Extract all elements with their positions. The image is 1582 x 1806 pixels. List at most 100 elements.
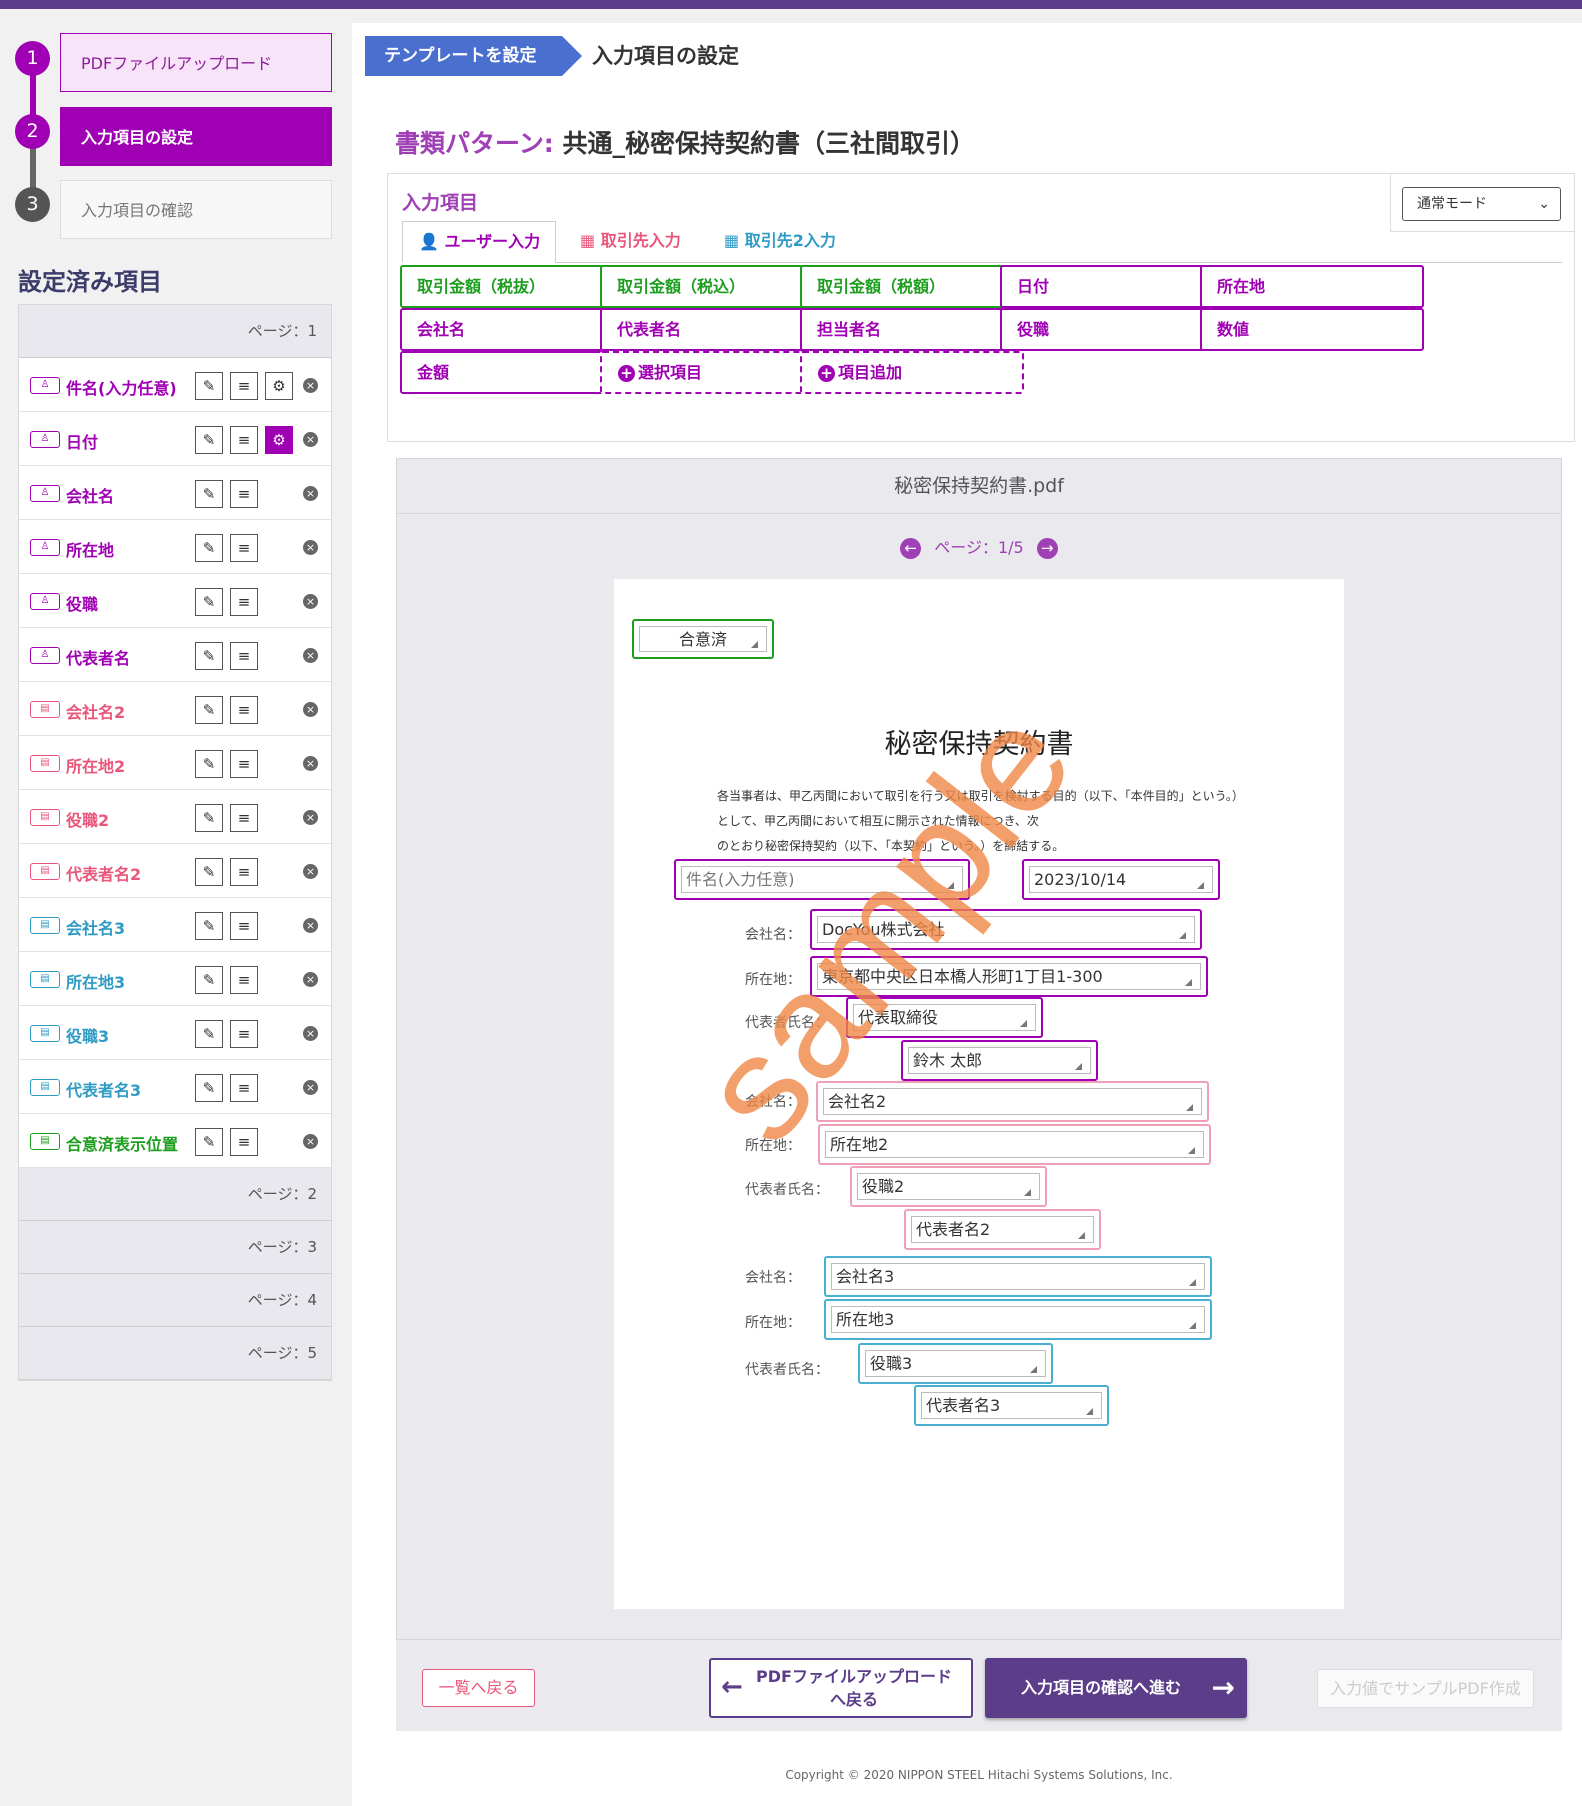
mode-select[interactable]: 通常モード ⌄ — [1402, 187, 1561, 221]
page-header-2[interactable]: ページ：2 — [19, 1168, 331, 1221]
page-header-3[interactable]: ページ：3 — [19, 1221, 331, 1274]
field-type-label: 担当者名 — [817, 320, 882, 339]
breadcrumb-template[interactable]: テンプレートを設定 — [365, 36, 582, 76]
delete-icon[interactable]: × — [303, 432, 318, 447]
delete-icon[interactable]: × — [303, 1080, 318, 1095]
gear-icon[interactable]: ⚙ — [265, 426, 293, 454]
edit-icon[interactable]: ✎ — [195, 750, 223, 778]
tab-user-input-label: ユーザー入力 — [444, 232, 541, 251]
back-to-list-button[interactable]: 一覧へ戻る — [422, 1669, 535, 1707]
delete-icon[interactable]: × — [303, 1134, 318, 1149]
step-number-2: 2 — [15, 114, 50, 149]
configured-item-row: ♙ 会社名 ✎ ≡ × — [19, 466, 331, 520]
edit-icon[interactable]: ✎ — [195, 372, 223, 400]
delete-icon[interactable]: × — [303, 1026, 318, 1041]
add-field-button[interactable]: + 選択項目 — [600, 351, 824, 394]
align-icon[interactable]: ≡ — [230, 534, 258, 562]
delete-icon[interactable]: × — [303, 594, 318, 609]
field-type-button[interactable]: 所在地 — [1200, 265, 1424, 308]
rep-name2-field[interactable]: 代表者名2 — [904, 1209, 1101, 1250]
align-icon[interactable]: ≡ — [230, 1020, 258, 1048]
edit-icon[interactable]: ✎ — [195, 696, 223, 724]
field-type-button[interactable]: 日付 — [1000, 265, 1224, 308]
delete-icon[interactable]: × — [303, 702, 318, 717]
delete-icon[interactable]: × — [303, 972, 318, 987]
align-icon[interactable]: ≡ — [230, 426, 258, 454]
field-type-button[interactable]: 会社名 — [400, 308, 624, 351]
edit-icon[interactable]: ✎ — [195, 1020, 223, 1048]
tab-partner2-input[interactable]: ▦ 取引先2入力 — [708, 221, 852, 263]
tab-user-input[interactable]: 👤 ユーザー入力 — [402, 221, 556, 263]
rep-name3-field[interactable]: 代表者名3 — [914, 1385, 1109, 1426]
tab-partner-input[interactable]: ▦ 取引先入力 — [564, 221, 697, 263]
delete-icon[interactable]: × — [303, 378, 318, 393]
field-type-button[interactable]: 取引金額（税込） — [600, 265, 824, 308]
add-field-button[interactable]: + 項目追加 — [800, 351, 1024, 394]
back-to-pdf-upload-button[interactable]: ← PDFファイルアップロード へ戻る — [709, 1658, 973, 1718]
align-icon[interactable]: ≡ — [230, 912, 258, 940]
align-icon[interactable]: ≡ — [230, 858, 258, 886]
rep-name-field[interactable]: 鈴木 太郎 — [901, 1040, 1098, 1081]
agreed-field[interactable]: 合意済 — [632, 619, 774, 659]
date-field[interactable]: 2023/10/14 — [1022, 859, 1220, 900]
edit-icon[interactable]: ✎ — [195, 480, 223, 508]
field-type-label: 取引金額（税抜） — [417, 277, 546, 296]
edit-icon[interactable]: ✎ — [195, 1074, 223, 1102]
delete-icon[interactable]: × — [303, 918, 318, 933]
prev-page-icon[interactable]: ← — [900, 538, 922, 559]
step-input-settings[interactable]: 入力項目の設定 — [60, 107, 332, 166]
page-header-1[interactable]: ページ：1 — [19, 305, 331, 358]
pdf-filename: 秘密保持契約書.pdf — [397, 459, 1561, 514]
rep-name3-field-value: 代表者名3 — [921, 1392, 1102, 1419]
next-confirm-button[interactable]: 入力項目の確認へ進む → — [985, 1658, 1247, 1718]
align-icon[interactable]: ≡ — [230, 588, 258, 616]
align-icon[interactable]: ≡ — [230, 750, 258, 778]
page-header-4[interactable]: ページ：4 — [19, 1274, 331, 1327]
step-pdf-upload[interactable]: PDFファイルアップロード — [60, 33, 332, 92]
align-icon[interactable]: ≡ — [230, 642, 258, 670]
edit-icon[interactable]: ✎ — [195, 642, 223, 670]
field-type-button[interactable]: 取引金額（税抜） — [400, 265, 624, 308]
delete-icon[interactable]: × — [303, 864, 318, 879]
align-icon[interactable]: ≡ — [230, 966, 258, 994]
field-type-button[interactable]: 代表者名 — [600, 308, 824, 351]
next-page-icon[interactable]: → — [1036, 538, 1058, 559]
title2-field[interactable]: 役職2 — [850, 1166, 1047, 1207]
delete-icon[interactable]: × — [303, 810, 318, 825]
field-type-button[interactable]: 数値 — [1200, 308, 1424, 351]
edit-icon[interactable]: ✎ — [195, 588, 223, 616]
company3-field[interactable]: 会社名3 — [824, 1256, 1212, 1297]
configured-item-row: ♙ 代表者名 ✎ ≡ × — [19, 628, 331, 682]
edit-icon[interactable]: ✎ — [195, 966, 223, 994]
company2-field[interactable]: 会社名2 — [816, 1081, 1209, 1122]
align-icon[interactable]: ≡ — [230, 372, 258, 400]
field-type-label: 代表者名 — [617, 320, 682, 339]
align-icon[interactable]: ≡ — [230, 1074, 258, 1102]
field-type-button[interactable]: 取引金額（税額） — [800, 265, 1024, 308]
gear-icon[interactable]: ⚙ — [265, 372, 293, 400]
title3-field[interactable]: 役職3 — [858, 1343, 1053, 1384]
align-icon[interactable]: ≡ — [230, 804, 258, 832]
delete-icon[interactable]: × — [303, 648, 318, 663]
edit-icon[interactable]: ✎ — [195, 858, 223, 886]
edit-icon[interactable]: ✎ — [195, 1128, 223, 1156]
page-header-5[interactable]: ページ：5 — [19, 1327, 331, 1380]
align-icon[interactable]: ≡ — [230, 696, 258, 724]
breadcrumb-current: 入力項目の設定 — [592, 44, 739, 68]
delete-icon[interactable]: × — [303, 540, 318, 555]
align-icon[interactable]: ≡ — [230, 1128, 258, 1156]
configured-item-row: ▤ 所在地3 ✎ ≡ × — [19, 952, 331, 1006]
field-type-button[interactable]: 金額 — [400, 351, 624, 394]
delete-icon[interactable]: × — [303, 486, 318, 501]
delete-icon[interactable]: × — [303, 756, 318, 771]
field-type-button[interactable]: 役職 — [1000, 308, 1224, 351]
configured-item-label: 所在地3 — [66, 973, 126, 992]
address2-field[interactable]: 所在地2 — [818, 1124, 1211, 1165]
edit-icon[interactable]: ✎ — [195, 804, 223, 832]
edit-icon[interactable]: ✎ — [195, 534, 223, 562]
address3-field[interactable]: 所在地3 — [824, 1299, 1212, 1340]
align-icon[interactable]: ≡ — [230, 480, 258, 508]
edit-icon[interactable]: ✎ — [195, 426, 223, 454]
field-type-button[interactable]: 担当者名 — [800, 308, 1024, 351]
edit-icon[interactable]: ✎ — [195, 912, 223, 940]
